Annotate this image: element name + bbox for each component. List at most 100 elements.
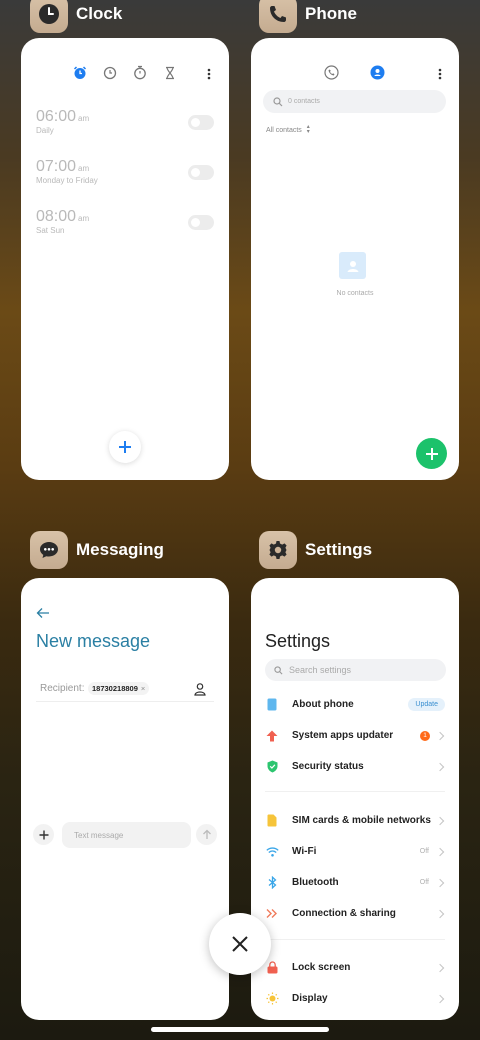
settings-item-label: Lock screen	[292, 962, 351, 973]
phone-info-icon	[265, 698, 279, 712]
add-alarm-button[interactable]	[109, 431, 141, 463]
alarm-toggle[interactable]	[188, 215, 214, 230]
close-icon	[232, 936, 248, 952]
settings-item-label: System apps updater	[292, 730, 394, 741]
settings-item-connection-sharing[interactable]: Connection & sharing	[251, 898, 459, 929]
back-arrow-icon[interactable]	[36, 606, 50, 624]
more-icon[interactable]	[207, 67, 211, 85]
chevron-right-icon	[435, 963, 445, 972]
alarm-repeat: Monday to Friday	[36, 176, 98, 185]
settings-item-label: Security status	[292, 761, 364, 772]
settings-title: Settings	[265, 631, 331, 651]
brightness-icon	[265, 992, 279, 1006]
more-icon[interactable]	[438, 67, 442, 85]
chevron-right-icon	[435, 847, 445, 856]
connection-sharing-icon	[265, 907, 279, 921]
alarm-repeat: Sat Sun	[36, 226, 65, 235]
settings-item-label: Display	[292, 993, 328, 1004]
chevron-right-icon	[435, 909, 445, 918]
add-icon	[119, 441, 131, 453]
recipient-divider	[36, 701, 214, 702]
alarm-time: 08:00 am	[36, 208, 90, 225]
settings-item-label: SIM cards & mobile networks	[292, 815, 431, 826]
alarm-time: 07:00 am	[36, 158, 90, 175]
bluetooth-status-value: Off	[419, 879, 429, 886]
wifi-status-value: Off	[419, 848, 429, 855]
settings-item-security-status[interactable]: Security status	[251, 751, 459, 782]
messaging-app-icon	[30, 531, 68, 569]
settings-item-label: Connection & sharing	[292, 908, 396, 919]
settings-item-bluetooth[interactable]: Bluetooth Off	[251, 867, 459, 898]
new-message-title: New message	[36, 631, 151, 651]
arrow-up-icon	[265, 729, 279, 743]
settings-item-label: Bluetooth	[292, 877, 339, 888]
clock-app-name: Clock	[76, 4, 123, 23]
contacts-filter-dropdown[interactable]: All contacts ▴ ▾	[266, 124, 310, 135]
settings-item-label: Wi-Fi	[292, 846, 317, 857]
settings-item-system-apps-updater[interactable]: System apps updater 1	[251, 720, 459, 751]
send-icon	[202, 829, 211, 839]
recipient-number: 18730218809	[92, 684, 138, 693]
chevron-right-icon	[435, 731, 445, 740]
bluetooth-icon	[265, 876, 279, 890]
contacts-search-input[interactable]: 0 contacts	[263, 90, 446, 113]
contact-picker-icon[interactable]	[193, 682, 207, 701]
recipient-chip[interactable]: 18730218809 ×	[88, 682, 150, 695]
clock-icon[interactable]	[103, 66, 117, 85]
empty-contacts-text: No contacts	[336, 290, 374, 297]
messaging-app-card[interactable]: New message Recipient: 18730218809 × Tex…	[21, 578, 229, 1020]
clear-all-button[interactable]	[209, 913, 271, 975]
messaging-app-name: Messaging	[76, 540, 164, 559]
timer-icon[interactable]	[163, 66, 177, 85]
add-contact-button[interactable]	[416, 438, 447, 469]
phone-app-icon	[259, 0, 297, 33]
settings-item-display[interactable]: Display	[251, 983, 459, 1014]
chevron-right-icon	[435, 762, 445, 771]
phone-icon[interactable]	[324, 65, 339, 85]
message-placeholder: Text message	[74, 830, 124, 840]
settings-app-name: Settings	[305, 540, 373, 559]
recipient-label: Recipient:	[40, 683, 85, 694]
settings-item-about-phone[interactable]: About phone Update	[251, 689, 459, 720]
clock-app-card[interactable]: 06:00 am Daily 07:00 am Monday to Friday 0…	[21, 38, 229, 480]
settings-app-header[interactable]: Settings	[259, 531, 372, 569]
message-input[interactable]: Text message	[62, 822, 191, 848]
add-icon	[425, 447, 438, 460]
alarm-toggle[interactable]	[188, 115, 214, 130]
update-badge: Update	[408, 698, 445, 711]
phone-app-header[interactable]: Phone	[259, 0, 357, 33]
chevron-right-icon	[435, 816, 445, 825]
home-gesture-bar[interactable]	[151, 1027, 329, 1032]
alarm-icon[interactable]	[73, 66, 87, 85]
sim-card-icon	[265, 814, 279, 828]
clock-app-icon	[30, 0, 68, 33]
search-icon	[274, 665, 283, 674]
settings-app-icon	[259, 531, 297, 569]
chip-remove-icon[interactable]: ×	[141, 684, 145, 693]
search-icon	[273, 96, 283, 106]
chevron-right-icon	[435, 994, 445, 1003]
messaging-app-header[interactable]: Messaging	[30, 531, 164, 569]
settings-item-label: About phone	[292, 699, 354, 710]
attach-button[interactable]	[33, 824, 54, 845]
lock-icon	[265, 961, 279, 975]
send-button[interactable]	[196, 824, 217, 845]
phone-app-name: Phone	[305, 4, 357, 23]
settings-item-sim-cards[interactable]: SIM cards & mobile networks	[251, 805, 459, 836]
alarm-time: 06:00 am	[36, 108, 90, 125]
settings-search-input[interactable]: Search settings	[265, 659, 446, 681]
search-placeholder: 0 contacts	[288, 98, 320, 105]
settings-app-card[interactable]: Settings Search settings About phone Upd…	[251, 578, 459, 1020]
contacts-icon[interactable]	[370, 65, 385, 85]
stopwatch-icon[interactable]	[133, 65, 147, 85]
alarm-repeat: Daily	[36, 126, 54, 135]
alarm-toggle[interactable]	[188, 165, 214, 180]
search-placeholder: Search settings	[289, 665, 352, 675]
settings-item-lock-screen[interactable]: Lock screen	[251, 952, 459, 983]
shield-icon	[265, 760, 279, 774]
sort-icon: ▴ ▾	[306, 124, 310, 135]
clock-app-header[interactable]: Clock	[30, 0, 122, 33]
phone-app-card[interactable]: 0 contacts All contacts ▴ ▾ No contacts	[251, 38, 459, 480]
section-divider	[265, 791, 445, 792]
settings-item-wifi[interactable]: Wi-Fi Off	[251, 836, 459, 867]
